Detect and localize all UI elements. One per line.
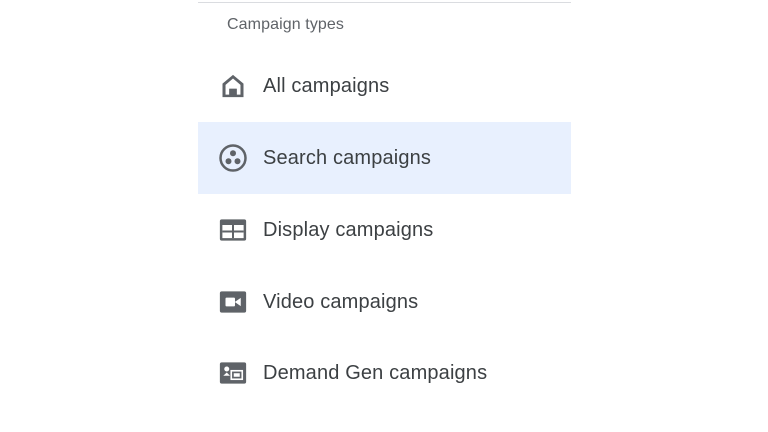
campaign-types-menu: Campaign types All campaigns Search camp… bbox=[198, 0, 571, 432]
menu-item-display-campaigns[interactable]: Display campaigns bbox=[198, 194, 571, 266]
menu-item-search-campaigns[interactable]: Search campaigns bbox=[198, 122, 571, 194]
top-divider bbox=[198, 2, 571, 3]
menu-item-label: Search campaigns bbox=[263, 146, 432, 169]
display-layout-icon bbox=[218, 215, 248, 245]
menu-item-label: Demand Gen campaigns bbox=[263, 361, 488, 384]
menu-item-label: All campaigns bbox=[263, 74, 390, 97]
video-camera-icon bbox=[218, 287, 248, 317]
demand-gen-icon bbox=[218, 358, 248, 388]
home-icon bbox=[218, 71, 248, 101]
page: Campaign types All campaigns Search camp… bbox=[0, 0, 768, 432]
section-header-campaign-types: Campaign types bbox=[227, 16, 345, 33]
search-network-icon bbox=[218, 143, 248, 173]
menu-item-label: Display campaigns bbox=[263, 218, 434, 241]
menu-item-demand-gen-campaigns[interactable]: Demand Gen campaigns bbox=[198, 337, 571, 409]
menu-item-label: Video campaigns bbox=[263, 290, 419, 313]
menu-item-all-campaigns[interactable]: All campaigns bbox=[198, 50, 571, 122]
menu-item-video-campaigns[interactable]: Video campaigns bbox=[198, 266, 571, 338]
